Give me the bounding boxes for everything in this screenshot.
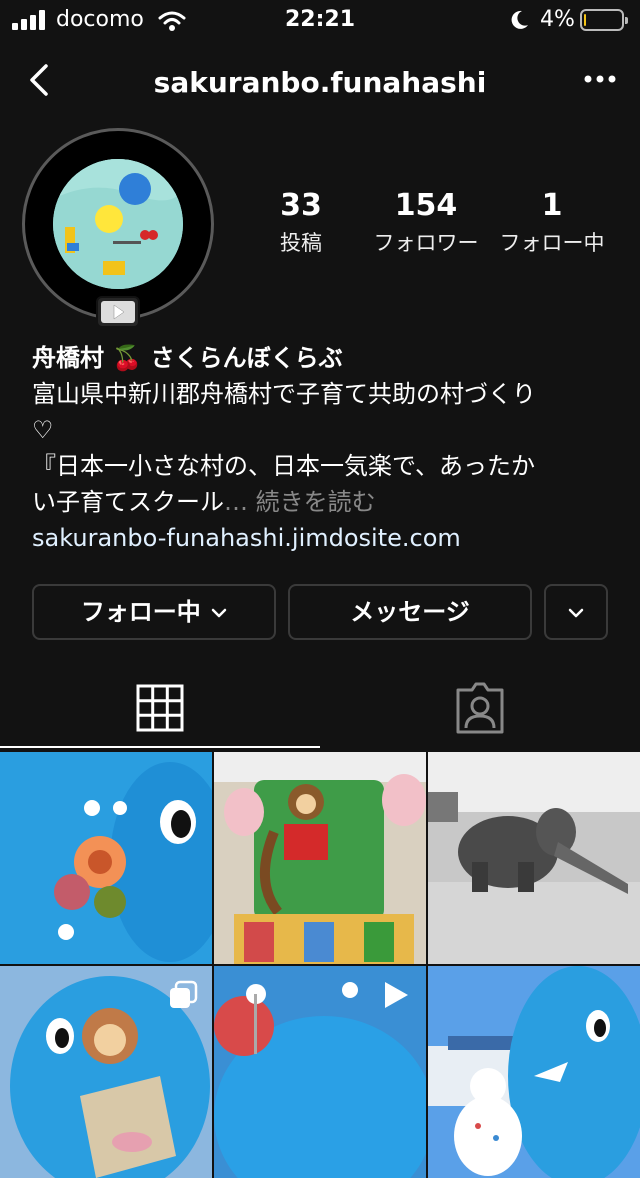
stat-followers[interactable]: 154 フォロワー bbox=[366, 188, 486, 257]
chevron-down-icon bbox=[211, 608, 227, 618]
more-options-icon[interactable] bbox=[580, 64, 620, 94]
posts-label: 投稿 bbox=[280, 231, 322, 255]
moon-icon bbox=[511, 10, 528, 29]
posts-count: 33 bbox=[280, 188, 322, 223]
cherry-emoji-icon: 🍒 bbox=[112, 344, 143, 372]
post-thumbnail[interactable] bbox=[214, 752, 426, 964]
post-grid bbox=[0, 752, 640, 1178]
website-link[interactable]: sakuranbo-funahashi.jimdosite.com bbox=[32, 520, 612, 556]
avatar-image bbox=[53, 159, 183, 289]
followers-count: 154 bbox=[394, 188, 458, 223]
chevron-down-icon bbox=[568, 608, 584, 618]
top-nav: sakuranbo.funahashi bbox=[0, 50, 640, 110]
post-thumbnail[interactable] bbox=[0, 752, 212, 964]
post-thumbnail[interactable] bbox=[428, 752, 640, 964]
play-story-icon[interactable] bbox=[96, 296, 140, 328]
bio-line-2: 『日本一小さな村の、日本一気楽で、あったか bbox=[32, 452, 536, 480]
bio-line-1: 富山県中新川郡舟橋村で子育て共助の村づくり bbox=[32, 380, 536, 408]
profile-avatar[interactable] bbox=[22, 128, 214, 320]
post-thumbnail[interactable] bbox=[214, 966, 426, 1178]
grid-icon[interactable] bbox=[136, 684, 184, 732]
display-name-suffix: さくらんぼくらぶ bbox=[150, 344, 343, 372]
bio-line-3-text: い子育てスクール bbox=[32, 488, 224, 516]
battery-icon bbox=[580, 9, 628, 31]
video-icon bbox=[385, 982, 408, 1008]
display-name-part: 舟橋村 bbox=[32, 344, 104, 372]
message-button[interactable]: メッセージ bbox=[288, 584, 532, 640]
profile-tabs bbox=[0, 672, 640, 752]
status-bar: docomo 22:21 4% bbox=[0, 0, 640, 40]
profile-display-name: 舟橋村 🍒 さくらんぼくらぶ bbox=[32, 340, 612, 376]
battery-percent: 4% bbox=[540, 7, 575, 32]
following-label: フォロー中 bbox=[499, 231, 605, 255]
active-tab-indicator bbox=[0, 746, 320, 748]
following-button-label: フォロー中 bbox=[80, 598, 201, 626]
battery-level bbox=[584, 14, 586, 26]
following-count: 1 bbox=[541, 188, 563, 223]
bio-line-3: い子育てスクール… 続きを読む bbox=[32, 484, 612, 520]
heart-icon: ♡ bbox=[32, 416, 54, 444]
suggestions-toggle-button[interactable] bbox=[544, 584, 608, 640]
profile-bio: 舟橋村 🍒 さくらんぼくらぶ 富山県中新川郡舟橋村で子育て共助の村づくり ♡ 『… bbox=[32, 340, 612, 556]
post-thumbnail[interactable] bbox=[0, 966, 212, 1178]
profile-username: sakuranbo.funahashi bbox=[153, 66, 487, 99]
tagged-person-icon[interactable] bbox=[454, 682, 506, 734]
read-more-link[interactable]: … 続きを読む bbox=[224, 488, 376, 516]
message-button-label: メッセージ bbox=[350, 598, 470, 626]
following-button[interactable]: フォロー中 bbox=[32, 584, 276, 640]
stat-following[interactable]: 1 フォロー中 bbox=[492, 188, 612, 257]
carousel-icon bbox=[170, 980, 198, 1008]
stat-posts[interactable]: 33 投稿 bbox=[241, 188, 361, 257]
post-thumbnail[interactable] bbox=[428, 966, 640, 1178]
followers-label: フォロワー bbox=[373, 231, 479, 255]
